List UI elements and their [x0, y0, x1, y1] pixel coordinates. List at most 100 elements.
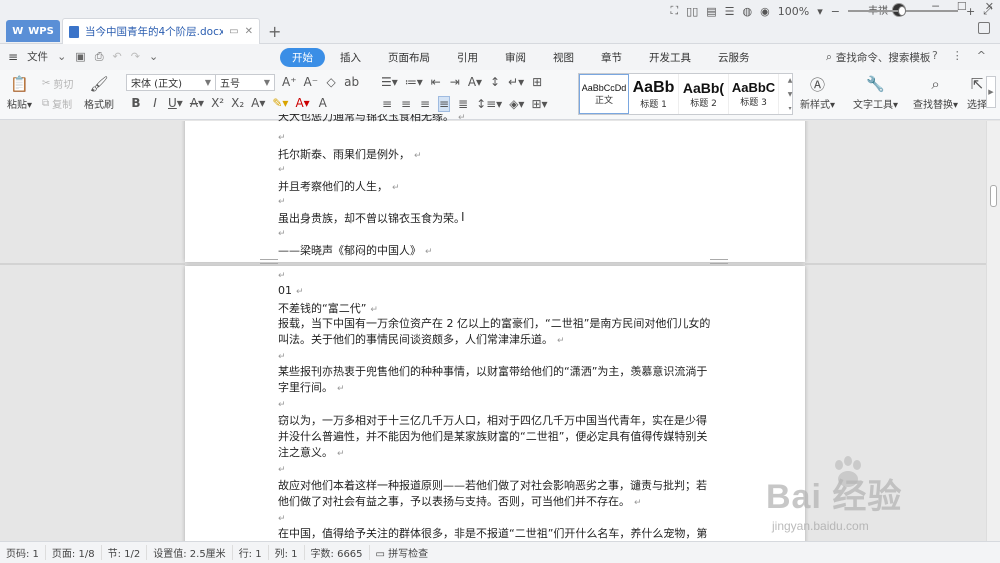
font-size-select[interactable]: 五号 ▼ — [215, 74, 275, 91]
zoom-out-icon[interactable]: − — [831, 5, 840, 18]
doc-paragraph[interactable]: 在中国，值得给予关注的群体很多，非是不报道“二世祖”们开什么名车，养什么宠物，第 — [278, 526, 714, 541]
status-word-count[interactable]: 字数: 6665 — [305, 545, 370, 560]
phonetic-guide-icon[interactable]: ab — [344, 75, 359, 89]
eye-protection-icon[interactable]: ◉ — [760, 5, 770, 18]
highlight-icon[interactable]: ✎▾ — [272, 96, 288, 110]
doc-section-number[interactable]: 01 ↵ — [278, 284, 304, 297]
superscript-icon[interactable]: X² — [211, 96, 224, 110]
sidebar-toggle-icon[interactable] — [978, 22, 990, 34]
underline-icon[interactable]: U ▾ — [168, 96, 183, 110]
text-effect-icon[interactable]: A▾ — [251, 96, 265, 110]
tab-developer[interactable]: 开发工具 — [637, 48, 703, 67]
text-tools-button[interactable]: 🔧 文字工具▾ — [853, 75, 898, 111]
borders-icon[interactable]: ⊞▾ — [531, 97, 547, 111]
font-color-icon[interactable]: A▾ — [295, 96, 309, 110]
doc-line[interactable]: 虽出身贵族，却不曾以锦衣玉食为荣。 — [278, 210, 465, 226]
shrink-font-icon[interactable]: A⁻ — [304, 75, 319, 89]
more-options-icon[interactable]: ⋮ — [952, 49, 963, 62]
distributed-icon[interactable]: ≣ — [457, 97, 469, 111]
status-page-number[interactable]: 页码: 1 — [0, 545, 46, 560]
doc-paragraph[interactable]: 窃以为，一万多相对于十三亿几千万人口，相对于四亿几千万中国当代青年，实在是少得并… — [278, 413, 714, 462]
decrease-indent-icon[interactable]: ⇤ — [430, 75, 442, 89]
zoom-in-icon[interactable]: + — [966, 5, 975, 18]
bullet-list-icon[interactable]: ☰▾ — [381, 75, 398, 89]
document-tab[interactable]: 当今中国青年的4个阶层.docx ▭ ✕ — [62, 18, 260, 44]
status-col[interactable]: 列: 1 — [269, 545, 305, 560]
bold-icon[interactable]: B — [130, 96, 142, 110]
tab-restore-icon[interactable]: ▭ — [229, 26, 238, 37]
outline-view-icon[interactable]: ☰ — [725, 5, 735, 18]
command-search[interactable]: ⌕ 查找命令、搜索模板 — [826, 50, 930, 65]
print-icon[interactable]: ⎙ — [95, 50, 104, 64]
status-section[interactable]: 节: 1/2 — [102, 545, 148, 560]
tab-home[interactable]: 开始 — [280, 48, 325, 67]
select-button[interactable]: ⇱ 选择 — [967, 75, 987, 111]
undo-icon[interactable]: ↶ — [113, 50, 122, 63]
zoom-slider-knob[interactable] — [897, 6, 906, 16]
doc-line[interactable]: 并且考察他们的人生， ↵ — [278, 178, 400, 194]
copy-button[interactable]: ⧉ 复制 — [42, 96, 72, 111]
status-row[interactable]: 行: 1 — [233, 545, 269, 560]
search-input[interactable]: 查找命令、搜索模板 — [836, 50, 931, 65]
expand-icon[interactable]: ▾ — [788, 105, 791, 112]
justify-icon[interactable]: ≡ — [438, 96, 451, 112]
page-view-icon[interactable]: ▤ — [706, 5, 716, 18]
increase-indent-icon[interactable]: ⇥ — [449, 75, 461, 89]
tab-references[interactable]: 引用 — [445, 48, 490, 67]
file-menu[interactable]: 文件 — [27, 49, 48, 64]
shading-icon[interactable]: ◈▾ — [509, 97, 524, 111]
style-heading-2[interactable]: AaBb( 标题 2 — [679, 74, 729, 114]
show-marks-icon[interactable]: ↵▾ — [508, 75, 524, 89]
italic-icon[interactable]: I — [149, 96, 161, 110]
align-left-icon[interactable]: ≡ — [381, 97, 393, 111]
doc-line[interactable]: 托尔斯泰、雨果们是例外， ↵ — [278, 146, 422, 162]
status-page-count[interactable]: 页面: 1/8 — [46, 545, 102, 560]
tab-review[interactable]: 审阅 — [493, 48, 538, 67]
scrollbar-thumb[interactable] — [990, 185, 997, 207]
new-style-button[interactable]: Ⓐ 新样式▾ — [800, 75, 835, 112]
style-heading-1[interactable]: AaBb 标题 1 — [629, 74, 679, 114]
grow-font-icon[interactable]: A⁺ — [282, 75, 297, 89]
font-name-select[interactable]: 宋体 (正文) ▼ — [126, 74, 216, 91]
doc-line[interactable]: ——梁晓声《郁闷的中国人》 ↵ — [278, 242, 433, 258]
hamburger-menu-icon[interactable]: ≡ — [8, 50, 18, 64]
sort-icon[interactable]: ↕ — [489, 75, 501, 89]
doc-paragraph[interactable]: 某些报刊亦热衷于兜售他们的种种事情，以财富带给他们的“潇洒”为主，羡慕意识流淌于… — [278, 364, 714, 397]
fullscreen-icon[interactable]: ⛶ — [670, 4, 678, 18]
tab-cloud[interactable]: 云服务 — [706, 48, 762, 67]
line-spacing-icon[interactable]: ↕≡▾ — [476, 97, 502, 111]
zoom-slider[interactable] — [847, 6, 958, 16]
char-shading-icon[interactable]: A — [317, 96, 329, 110]
read-mode-icon[interactable]: ▯▯ — [686, 5, 698, 18]
fit-page-icon[interactable]: ⤢ — [983, 4, 992, 18]
chevron-down-icon[interactable]: ▼ — [788, 91, 793, 98]
zoom-dropdown-icon[interactable]: ▾ — [817, 5, 823, 18]
doc-paragraph[interactable]: 报载，当下中国有一万余位资产在 2 亿以上的富豪们，“二世祖”是南方民间对他们儿… — [278, 316, 714, 349]
cut-button[interactable]: ✂ 剪切 — [42, 76, 73, 91]
spell-check-toggle[interactable]: ▭ 拼写检查 — [370, 545, 435, 560]
tab-chapter[interactable]: 章节 — [589, 48, 634, 67]
table-icon[interactable]: ⊞ — [531, 75, 543, 89]
status-setting[interactable]: 设置值: 2.5厘米 — [147, 545, 233, 560]
align-right-icon[interactable]: ≡ — [419, 97, 431, 111]
new-tab-button[interactable]: + — [268, 22, 281, 41]
style-heading-3[interactable]: AaBbC 标题 3 — [729, 74, 779, 114]
collapse-ribbon-icon[interactable]: ^ — [977, 49, 986, 62]
style-normal[interactable]: AaBbCcDd 正文 — [579, 74, 629, 114]
redo-icon[interactable]: ↷ — [131, 50, 140, 63]
web-view-icon[interactable]: ◍ — [743, 5, 753, 18]
format-painter-button[interactable]: 🖌 格式刷 — [84, 75, 114, 111]
doc-paragraph[interactable]: 故应对他们本着这样一种报道原则——若他们做了对社会影响恶劣之事，谴责与批判；若他… — [278, 478, 714, 511]
align-center-icon[interactable]: ≡ — [400, 97, 412, 111]
subscript-icon[interactable]: X₂ — [231, 96, 244, 110]
chevron-down-icon[interactable]: ⌄ — [57, 50, 66, 63]
save-icon[interactable]: ▣ — [75, 50, 85, 63]
tab-view[interactable]: 视图 — [541, 48, 586, 67]
numbered-list-icon[interactable]: ≔▾ — [405, 75, 423, 89]
styles-gallery-scroll[interactable]: ▲ ▼ ▾ — [786, 73, 794, 115]
ribbon-scroll-right[interactable]: ▶ — [986, 76, 996, 108]
doc-heading[interactable]: 不差钱的“富二代” ↵ — [278, 300, 378, 316]
chinese-layout-icon[interactable]: A▾ — [468, 75, 482, 89]
customize-icon[interactable]: ⌄ — [149, 50, 158, 63]
doc-line[interactable]: 天大也惩力通常与锦衣玉食相无缘。 ↵ — [278, 114, 466, 124]
